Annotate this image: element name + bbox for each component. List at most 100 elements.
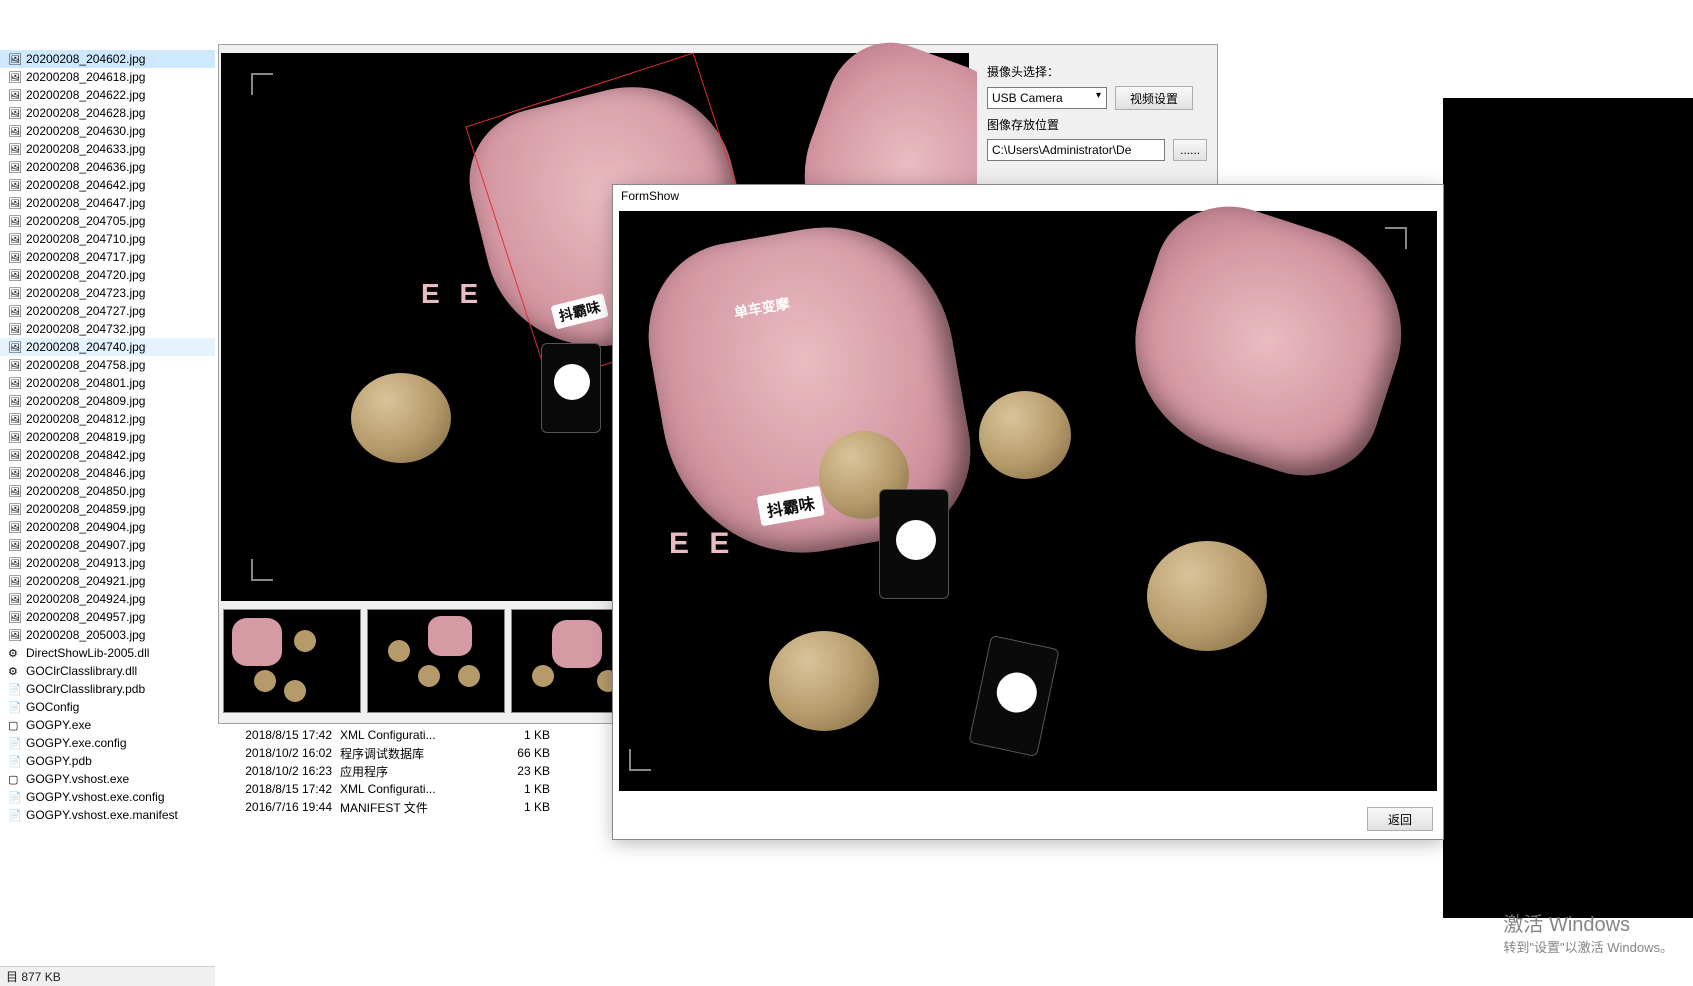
exe-file-icon bbox=[8, 772, 22, 786]
detail-type: XML Configurati... bbox=[340, 728, 480, 742]
file-row[interactable]: GOConfig bbox=[0, 698, 215, 716]
return-button[interactable]: 返回 bbox=[1367, 807, 1433, 831]
file-row[interactable]: 20200208_204622.jpg bbox=[0, 86, 215, 104]
thumbnail[interactable] bbox=[223, 609, 361, 713]
file-row[interactable]: GOGPY.pdb bbox=[0, 752, 215, 770]
file-explorer-list[interactable]: 20200208_204602.jpg20200208_204618.jpg20… bbox=[0, 50, 215, 930]
file-row[interactable]: 20200208_204602.jpg bbox=[0, 50, 215, 68]
cfg-file-icon bbox=[8, 790, 22, 804]
file-row[interactable]: GOGPY.exe bbox=[0, 716, 215, 734]
details-row[interactable]: 2016/7/16 19:44MANIFEST 文件1 KB bbox=[220, 798, 610, 816]
file-row[interactable]: GOClrClasslibrary.pdb bbox=[0, 680, 215, 698]
video-settings-button[interactable]: 视频设置 bbox=[1115, 86, 1193, 110]
file-row[interactable]: 20200208_205003.jpg bbox=[0, 626, 215, 644]
file-name-label: 20200208_204710.jpg bbox=[26, 232, 145, 246]
preview-object bbox=[541, 343, 601, 433]
file-row[interactable]: 20200208_204924.jpg bbox=[0, 590, 215, 608]
browse-button[interactable]: ...... bbox=[1173, 139, 1207, 161]
formshow-title: FormShow bbox=[613, 185, 1443, 207]
file-name-label: 20200208_204819.jpg bbox=[26, 430, 145, 444]
file-row[interactable]: 20200208_204720.jpg bbox=[0, 266, 215, 284]
file-row[interactable]: GOClrClasslibrary.dll bbox=[0, 662, 215, 680]
file-name-label: GOGPY.exe bbox=[26, 718, 91, 732]
file-row[interactable]: 20200208_204705.jpg bbox=[0, 212, 215, 230]
thumbnail[interactable] bbox=[367, 609, 505, 713]
status-text: 目 877 KB bbox=[6, 970, 61, 984]
save-path-input[interactable] bbox=[987, 139, 1165, 161]
file-row[interactable]: 20200208_204812.jpg bbox=[0, 410, 215, 428]
file-name-label: 20200208_204907.jpg bbox=[26, 538, 145, 552]
dll-file-icon bbox=[8, 646, 22, 660]
file-row[interactable]: 20200208_204907.jpg bbox=[0, 536, 215, 554]
img-file-icon bbox=[8, 142, 22, 156]
camera-select[interactable]: USB Camera bbox=[987, 87, 1107, 109]
file-name-label: 20200208_204809.jpg bbox=[26, 394, 145, 408]
file-row[interactable]: 20200208_204957.jpg bbox=[0, 608, 215, 626]
file-row[interactable]: 20200208_204727.jpg bbox=[0, 302, 215, 320]
file-row[interactable]: 20200208_204618.jpg bbox=[0, 68, 215, 86]
file-row[interactable]: 20200208_204647.jpg bbox=[0, 194, 215, 212]
detail-type: XML Configurati... bbox=[340, 782, 480, 796]
file-row[interactable]: 20200208_204850.jpg bbox=[0, 482, 215, 500]
file-name-label: 20200208_204758.jpg bbox=[26, 358, 145, 372]
file-row[interactable]: 20200208_204633.jpg bbox=[0, 140, 215, 158]
file-row[interactable]: 20200208_204859.jpg bbox=[0, 500, 215, 518]
file-row[interactable]: 20200208_204921.jpg bbox=[0, 572, 215, 590]
file-row[interactable]: GOGPY.exe.config bbox=[0, 734, 215, 752]
img-file-icon bbox=[8, 358, 22, 372]
file-row[interactable]: 20200208_204636.jpg bbox=[0, 158, 215, 176]
file-name-label: 20200208_204717.jpg bbox=[26, 250, 145, 264]
file-name-label: 20200208_204628.jpg bbox=[26, 106, 145, 120]
image-object: E E bbox=[669, 527, 735, 561]
file-name-label: 20200208_204846.jpg bbox=[26, 466, 145, 480]
file-row[interactable]: 20200208_204723.jpg bbox=[0, 284, 215, 302]
file-row[interactable]: 20200208_204842.jpg bbox=[0, 446, 215, 464]
detail-size: 66 KB bbox=[480, 746, 550, 760]
file-name-label: GOGPY.vshost.exe.manifest bbox=[26, 808, 178, 822]
file-row[interactable]: GOGPY.vshost.exe.config bbox=[0, 788, 215, 806]
file-row[interactable]: 20200208_204801.jpg bbox=[0, 374, 215, 392]
file-row[interactable]: 20200208_204758.jpg bbox=[0, 356, 215, 374]
file-name-label: GOGPY.pdb bbox=[26, 754, 92, 768]
preview-object: E E bbox=[421, 278, 484, 310]
file-row[interactable]: DirectShowLib-2005.dll bbox=[0, 644, 215, 662]
file-row[interactable]: 20200208_204740.jpg bbox=[0, 338, 215, 356]
file-row[interactable]: 20200208_204732.jpg bbox=[0, 320, 215, 338]
cfg-file-icon bbox=[8, 700, 22, 714]
detail-size: 1 KB bbox=[480, 800, 550, 814]
file-row[interactable]: 20200208_204710.jpg bbox=[0, 230, 215, 248]
file-row[interactable]: 20200208_204717.jpg bbox=[0, 248, 215, 266]
img-file-icon bbox=[8, 466, 22, 480]
file-row[interactable]: 20200208_204642.jpg bbox=[0, 176, 215, 194]
details-row[interactable]: 2018/10/2 16:23应用程序23 KB bbox=[220, 762, 610, 780]
details-row[interactable]: 2018/8/15 17:42XML Configurati...1 KB bbox=[220, 726, 610, 744]
file-row[interactable]: GOGPY.vshost.exe.manifest bbox=[0, 806, 215, 824]
file-row[interactable]: 20200208_204630.jpg bbox=[0, 122, 215, 140]
file-name-label: 20200208_204904.jpg bbox=[26, 520, 145, 534]
image-object bbox=[1106, 187, 1427, 496]
img-file-icon bbox=[8, 376, 22, 390]
file-row[interactable]: 20200208_204846.jpg bbox=[0, 464, 215, 482]
file-row[interactable]: 20200208_204913.jpg bbox=[0, 554, 215, 572]
file-name-label: 20200208_204921.jpg bbox=[26, 574, 145, 588]
file-row[interactable]: 20200208_204904.jpg bbox=[0, 518, 215, 536]
file-row[interactable]: 20200208_204628.jpg bbox=[0, 104, 215, 122]
status-bar: 目 877 KB bbox=[0, 966, 215, 986]
file-row[interactable]: 20200208_204819.jpg bbox=[0, 428, 215, 446]
img-file-icon bbox=[8, 88, 22, 102]
file-row[interactable]: GOGPY.vshost.exe bbox=[0, 770, 215, 788]
crop-corner-bl-icon bbox=[251, 559, 273, 581]
file-row[interactable]: 20200208_204809.jpg bbox=[0, 392, 215, 410]
details-row[interactable]: 2018/10/2 16:02程序调试数据库66 KB bbox=[220, 744, 610, 762]
img-file-icon bbox=[8, 304, 22, 318]
img-file-icon bbox=[8, 538, 22, 552]
file-name-label: GOGPY.exe.config bbox=[26, 736, 127, 750]
file-name-label: GOClrClasslibrary.dll bbox=[26, 664, 137, 678]
background-dark-panel bbox=[1443, 98, 1693, 918]
img-file-icon bbox=[8, 430, 22, 444]
img-file-icon bbox=[8, 322, 22, 336]
details-row[interactable]: 2018/8/15 17:42XML Configurati...1 KB bbox=[220, 780, 610, 798]
file-name-label: GOConfig bbox=[26, 700, 79, 714]
file-name-label: 20200208_204720.jpg bbox=[26, 268, 145, 282]
detail-size: 1 KB bbox=[480, 782, 550, 796]
